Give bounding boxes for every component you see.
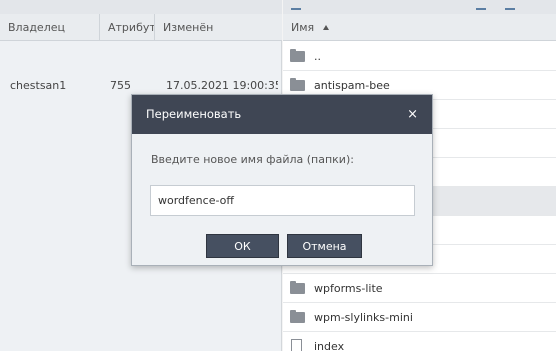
right-toolbar xyxy=(283,0,556,14)
column-owner[interactable]: Владелец xyxy=(0,14,100,41)
column-name[interactable]: Имя xyxy=(291,14,314,41)
close-icon[interactable]: × xyxy=(407,95,418,134)
file-icon xyxy=(291,339,302,351)
dialog-titlebar[interactable]: Переименовать × xyxy=(132,95,432,134)
new-name-input[interactable] xyxy=(150,185,415,216)
rename-dialog: Переименовать × Введите новое имя файла … xyxy=(131,94,433,266)
file-name: index xyxy=(314,340,345,351)
column-modified[interactable]: Изменён xyxy=(155,14,282,41)
left-toolbar xyxy=(0,0,282,14)
left-column-header: Владелец Атрибуты Изменён xyxy=(0,14,282,41)
dialog-title: Переименовать xyxy=(146,107,242,121)
list-item[interactable]: wpm-slylinks-mini xyxy=(283,303,556,332)
sort-ascending-icon[interactable] xyxy=(323,25,329,30)
folder-icon xyxy=(290,49,305,62)
cancel-button[interactable]: Отмена xyxy=(287,234,362,258)
file-name: wpm-slylinks-mini xyxy=(314,311,413,324)
right-column-header: Имя xyxy=(283,14,556,41)
list-item[interactable]: index xyxy=(283,332,556,351)
column-attributes[interactable]: Атрибуты xyxy=(100,14,155,41)
dialog-prompt: Введите новое имя файла (папки): xyxy=(151,153,354,166)
folder-icon xyxy=(290,78,305,91)
toolbar-icon[interactable] xyxy=(505,2,515,10)
toolbar-icon[interactable] xyxy=(291,2,301,10)
toolbar-icon[interactable] xyxy=(476,2,486,10)
ok-button[interactable]: ОК xyxy=(206,234,279,258)
list-item[interactable]: .. xyxy=(283,42,556,71)
folder-icon xyxy=(290,281,305,294)
file-name: wpforms-lite xyxy=(314,282,383,295)
cell-attributes: 755 xyxy=(110,79,131,92)
file-name: .. xyxy=(314,50,321,63)
cell-owner: chestsan1 xyxy=(10,79,67,92)
folder-icon xyxy=(290,310,305,323)
list-item[interactable]: wpforms-lite xyxy=(283,274,556,303)
